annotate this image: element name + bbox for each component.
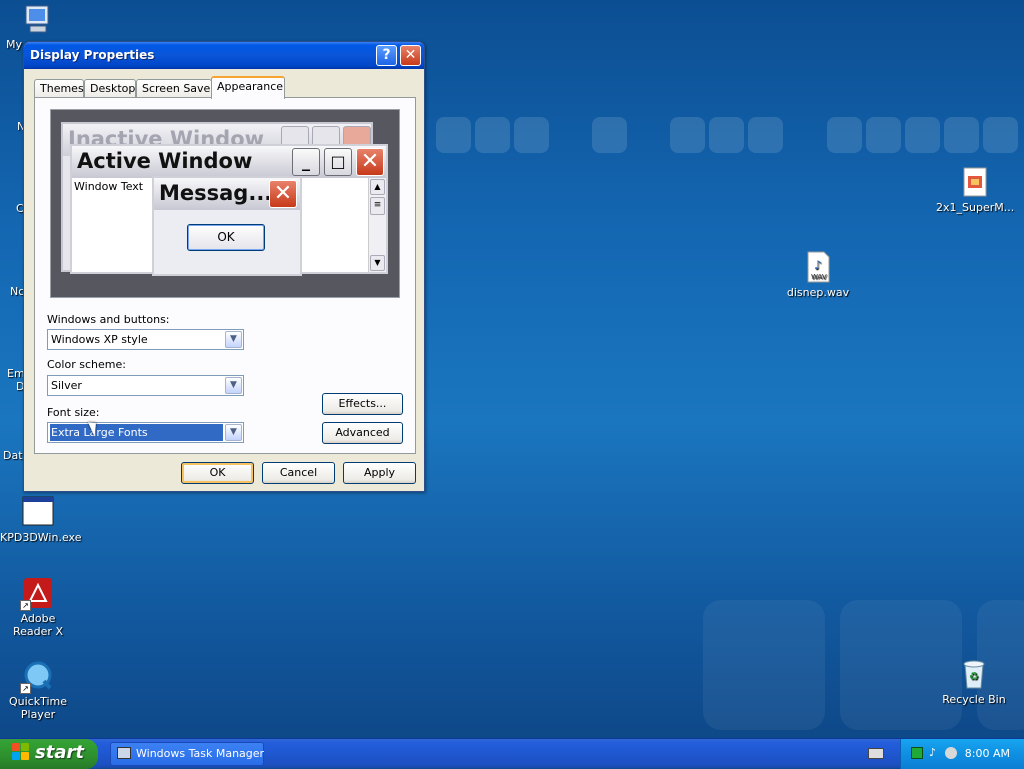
tab-appearance[interactable]: Appearance xyxy=(211,76,285,99)
dialog-title: Display Properties xyxy=(30,48,155,62)
network-icon[interactable] xyxy=(911,747,923,759)
preview-close-icon: ✕ xyxy=(356,148,384,176)
wallpaper-block xyxy=(703,600,825,730)
windows-logo-icon xyxy=(12,743,30,760)
start-button[interactable]: start xyxy=(0,739,98,769)
recycle-bin-icon: ♻ xyxy=(958,658,990,690)
svg-text:♻: ♻ xyxy=(969,670,979,683)
desktop-icon-label: Recycle Bin xyxy=(942,693,1006,706)
chevron-down-icon[interactable]: ▼ xyxy=(225,424,242,441)
preview-active-window: Active Window _ □ ✕ Window Text ▲ ≡ ▼ Me… xyxy=(70,144,388,276)
volume-icon[interactable]: ♪ xyxy=(929,747,941,759)
window-app-icon xyxy=(22,496,54,528)
appearance-preview: Inactive Window Active Window _ □ ✕ Wind… xyxy=(50,109,400,298)
desktop-icon-recycle-bin[interactable]: ♻ Recycle Bin xyxy=(936,658,1012,706)
tray-app-icon[interactable] xyxy=(945,747,957,759)
help-button[interactable]: ? xyxy=(376,45,397,66)
audio-file-icon: WAV ♪ xyxy=(802,251,834,283)
desktop-icon-my-computer[interactable]: My xyxy=(0,4,49,51)
color-scheme-label: Color scheme: xyxy=(47,358,126,371)
desktop-icon-disnep-wav[interactable]: WAV ♪ disnep.wav xyxy=(780,251,856,299)
apply-button[interactable]: Apply xyxy=(343,462,416,484)
display-properties-dialog: Display Properties ? ✕ Themes Desktop Sc… xyxy=(23,41,425,492)
scroll-up-icon: ▲ xyxy=(370,179,385,195)
scroll-down-icon: ▼ xyxy=(370,255,385,271)
keyboard-icon[interactable] xyxy=(868,748,884,759)
chevron-down-icon[interactable]: ▼ xyxy=(225,331,242,348)
computer-icon xyxy=(22,4,54,36)
font-size-label: Font size: xyxy=(47,406,100,419)
tab-screen-saver[interactable]: Screen Saver xyxy=(136,79,215,98)
package-icon xyxy=(959,166,991,198)
desktop-icon-label: My xyxy=(6,38,23,51)
desktop-icon-label: QuickTime Player xyxy=(8,695,68,721)
clock[interactable]: 8:00 AM xyxy=(965,747,1010,760)
preview-message-box: Messag... ✕ OK xyxy=(152,176,302,276)
system-tray: ♪ 8:00 AM xyxy=(900,739,1024,769)
preview-minimize-icon: _ xyxy=(292,148,320,176)
windows-buttons-value: Windows XP style xyxy=(51,333,148,346)
color-scheme-select[interactable]: Silver ▼ xyxy=(47,375,244,396)
appearance-panel: Inactive Window Active Window _ □ ✕ Wind… xyxy=(34,97,416,454)
effects-button[interactable]: Effects... xyxy=(322,393,403,415)
preview-message-ok: OK xyxy=(187,224,265,251)
desktop-icon-kpd3dwin[interactable]: KPD3DWin.exe xyxy=(0,496,81,544)
quicktime-icon: ↗ xyxy=(20,660,54,694)
task-manager-icon xyxy=(117,747,131,759)
close-button[interactable]: ✕ xyxy=(400,45,421,66)
color-scheme-value: Silver xyxy=(51,379,82,392)
desktop-icon-label: KPD3DWin.exe xyxy=(0,531,82,544)
ok-button[interactable]: OK xyxy=(181,462,254,484)
font-size-value: Extra Large Fonts xyxy=(49,423,224,442)
shortcut-arrow-icon: ↗ xyxy=(20,683,31,694)
tab-themes[interactable]: Themes xyxy=(34,79,84,98)
font-size-select[interactable]: Extra Large Fonts ▼ xyxy=(47,422,244,443)
scroll-thumb: ≡ xyxy=(370,197,385,215)
desktop-icon-label: Adobe Reader X xyxy=(13,612,63,638)
chevron-down-icon[interactable]: ▼ xyxy=(225,377,242,394)
pdf-icon: ↗ xyxy=(20,577,54,611)
windows-buttons-label: Windows and buttons: xyxy=(47,313,170,326)
start-label: start xyxy=(35,742,84,763)
desktop-icon-2x1-superm[interactable]: 2x1_SuperM... xyxy=(936,166,1014,214)
windows-buttons-select[interactable]: Windows XP style ▼ xyxy=(47,329,244,350)
taskbar-item-task-manager[interactable]: Windows Task Manager xyxy=(110,742,264,766)
dialog-titlebar[interactable]: Display Properties ? ✕ xyxy=(24,42,424,69)
taskbar-item-label: Windows Task Manager xyxy=(136,747,265,760)
desktop-icon-adobe-reader[interactable]: ↗ Adobe Reader X xyxy=(0,577,76,638)
cancel-button[interactable]: Cancel xyxy=(262,462,335,484)
preview-maximize-icon: □ xyxy=(324,148,352,176)
preview-scrollbar: ▲ ≡ ▼ xyxy=(368,178,386,272)
shortcut-arrow-icon: ↗ xyxy=(20,600,31,611)
desktop-icon-quicktime[interactable]: ↗ QuickTime Player xyxy=(0,660,76,721)
preview-message-close-icon: ✕ xyxy=(269,180,297,208)
desktop-icon-label: disnep.wav xyxy=(786,286,850,299)
advanced-button[interactable]: Advanced xyxy=(322,422,403,444)
svg-text:WAV: WAV xyxy=(811,273,827,281)
tab-desktop[interactable]: Desktop xyxy=(84,79,136,98)
desktop-icon-label: 2x1_SuperM... xyxy=(936,201,1015,214)
svg-text:♪: ♪ xyxy=(814,258,822,272)
